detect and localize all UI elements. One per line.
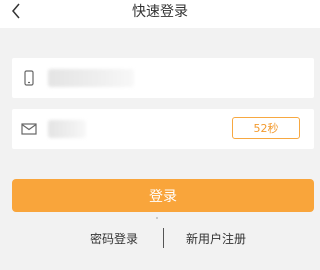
top-nav-bar: 快速登录 xyxy=(0,0,320,28)
phone-icon xyxy=(20,69,38,87)
footer-divider xyxy=(163,228,164,248)
dot-divider xyxy=(156,217,158,219)
countdown-button[interactable]: 52秒 xyxy=(232,117,300,139)
phone-number-value xyxy=(48,69,134,87)
phone-field[interactable] xyxy=(12,58,314,98)
mail-icon xyxy=(20,120,38,138)
password-login-link[interactable]: 密码登录 xyxy=(90,231,138,247)
page-title: 快速登录 xyxy=(132,4,188,20)
register-link[interactable]: 新用户注册 xyxy=(186,231,246,247)
login-button[interactable]: 登录 xyxy=(12,179,314,212)
verification-code-field[interactable]: 52秒 xyxy=(12,109,314,149)
verification-code-value xyxy=(48,120,86,138)
